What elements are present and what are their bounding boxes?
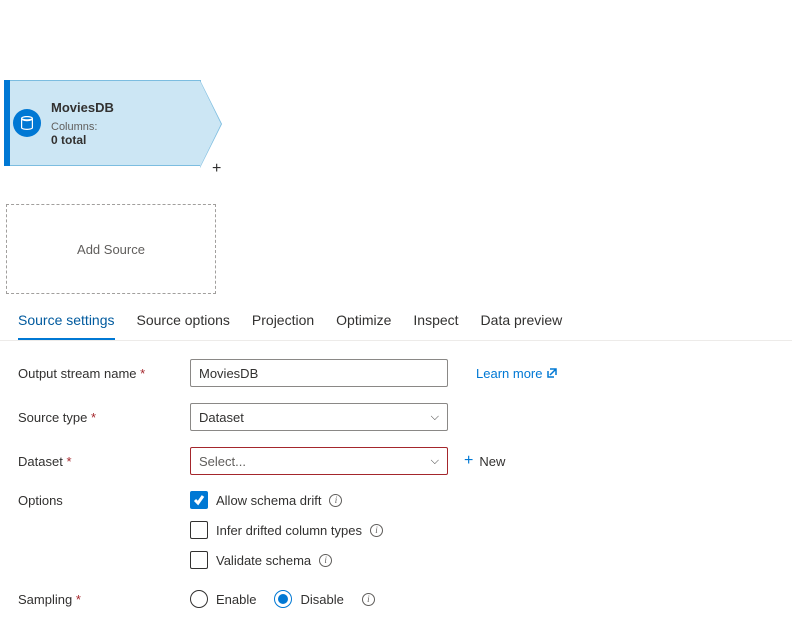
dataset-select[interactable]: Select... ⌵ xyxy=(190,447,448,475)
source-node-moviesdb[interactable]: MoviesDB Columns: 0 total xyxy=(6,80,201,166)
source-type-select[interactable]: Dataset ⌵ xyxy=(190,403,448,431)
info-icon[interactable]: i xyxy=(329,494,342,507)
settings-tabs: Source settings Source options Projectio… xyxy=(0,298,792,341)
add-source-label: Add Source xyxy=(77,242,145,257)
flow-canvas: MoviesDB Columns: 0 total + Add Source xyxy=(0,0,792,298)
database-icon xyxy=(13,109,41,137)
add-step-button[interactable]: + xyxy=(212,160,221,178)
tab-projection[interactable]: Projection xyxy=(252,306,314,340)
tab-source-options[interactable]: Source options xyxy=(137,306,230,340)
info-icon[interactable]: i xyxy=(370,524,383,537)
tab-source-settings[interactable]: Source settings xyxy=(18,306,115,340)
sampling-enable-label: Enable xyxy=(216,592,256,607)
sampling-disable-radio[interactable] xyxy=(274,590,292,608)
sampling-label: Sampling * xyxy=(18,592,190,607)
info-icon[interactable]: i xyxy=(319,554,332,567)
info-icon[interactable]: i xyxy=(362,593,375,606)
node-body: MoviesDB Columns: 0 total xyxy=(51,100,190,147)
chevron-down-icon: ⌵ xyxy=(431,455,439,468)
add-source-button[interactable]: Add Source xyxy=(6,204,216,294)
tab-optimize[interactable]: Optimize xyxy=(336,306,391,340)
sampling-disable-label: Disable xyxy=(300,592,343,607)
node-handle xyxy=(4,80,10,166)
infer-drifted-checkbox[interactable] xyxy=(190,521,208,539)
tab-inspect[interactable]: Inspect xyxy=(413,306,458,340)
allow-schema-drift-label: Allow schema drift xyxy=(216,493,321,508)
node-title: MoviesDB xyxy=(51,100,190,115)
new-dataset-button[interactable]: + New xyxy=(464,452,505,470)
columns-total: 0 total xyxy=(51,133,190,147)
validate-schema-checkbox[interactable] xyxy=(190,551,208,569)
output-stream-name-label: Output stream name * xyxy=(18,366,190,381)
columns-label: Columns: xyxy=(51,121,190,133)
node-arrow-icon xyxy=(200,80,222,168)
allow-schema-drift-checkbox[interactable] xyxy=(190,491,208,509)
options-label: Options xyxy=(18,491,190,508)
tab-data-preview[interactable]: Data preview xyxy=(481,306,563,340)
source-settings-form: Output stream name * MoviesDB Learn more… xyxy=(0,341,792,613)
infer-drifted-label: Infer drifted column types xyxy=(216,523,362,538)
output-stream-name-input[interactable]: MoviesDB xyxy=(190,359,448,387)
learn-more-link[interactable]: Learn more xyxy=(476,366,558,381)
validate-schema-label: Validate schema xyxy=(216,553,311,568)
plus-icon: + xyxy=(464,452,473,470)
chevron-down-icon: ⌵ xyxy=(431,411,439,424)
external-link-icon xyxy=(546,367,558,379)
dataset-label: Dataset * xyxy=(18,454,190,469)
sampling-enable-radio[interactable] xyxy=(190,590,208,608)
source-type-label: Source type * xyxy=(18,410,190,425)
